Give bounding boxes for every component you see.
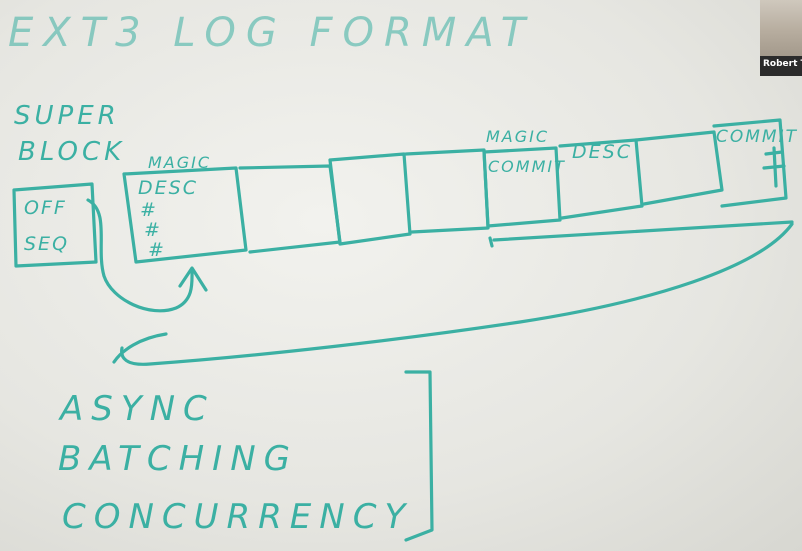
super-label: SUPER xyxy=(14,101,120,131)
video-frame: EXT3 LOG FORMAT SUPER BLOCK OFF SEQ MAGI… xyxy=(0,0,802,551)
whiteboard: EXT3 LOG FORMAT SUPER BLOCK OFF SEQ MAGI… xyxy=(8,10,798,542)
participant-video-tile[interactable]: Robert T xyxy=(760,0,802,76)
list-item: ASYNC xyxy=(58,389,215,429)
title-text: EXT3 LOG FORMAT xyxy=(8,10,535,56)
commit-label: COMMIT xyxy=(716,127,798,147)
log-block xyxy=(634,130,724,206)
commit-label: COMMIT xyxy=(488,157,566,176)
participant-name: Robert T xyxy=(763,59,802,69)
list-item: CONCURRENCY xyxy=(62,497,413,537)
off-field: OFF xyxy=(24,197,67,219)
hash-mark: # xyxy=(144,219,162,241)
descriptor-magic: MAGIC xyxy=(148,153,211,172)
wraparound-arrow xyxy=(120,222,794,366)
log-extent-line xyxy=(488,220,794,248)
participant-video-feed xyxy=(760,0,802,56)
seq-field: SEQ xyxy=(24,233,69,255)
list-item: BATCHING xyxy=(58,439,298,479)
hash-mark: # xyxy=(148,239,166,261)
log-block xyxy=(238,164,342,254)
hash-mark: # xyxy=(140,199,158,221)
commit-mark xyxy=(762,146,786,188)
block-label: BLOCK xyxy=(18,137,125,167)
log-block xyxy=(328,152,412,246)
descriptor-label: DESC xyxy=(138,177,198,199)
commit-magic: MAGIC xyxy=(486,127,549,146)
descriptor-label: DESC xyxy=(572,141,632,163)
log-block xyxy=(404,148,490,234)
